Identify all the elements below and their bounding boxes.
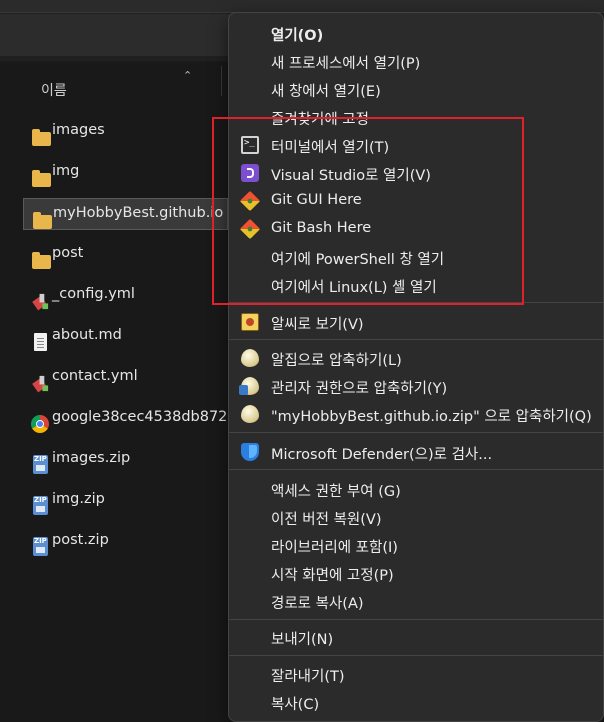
menu-item-alzip-compress[interactable]: 알집으로 압축하기(L) bbox=[229, 344, 603, 372]
menu-item-open[interactable]: 열기(O) bbox=[229, 19, 603, 47]
menu-item-label: 새 프로세스에서 열기(P) bbox=[271, 56, 421, 72]
menu-item-label: 라이브러리에 포함(I) bbox=[271, 540, 398, 556]
menu-item-label: 액세스 권한 부여 (G) bbox=[271, 484, 401, 500]
menu-separator bbox=[229, 619, 603, 620]
menu-separator bbox=[229, 469, 603, 470]
folder-icon bbox=[32, 170, 51, 187]
menu-item-copy[interactable]: 복사(C) bbox=[229, 688, 603, 716]
menu-item-label: 이전 버전 복원(V) bbox=[271, 512, 382, 528]
alzip-icon bbox=[241, 349, 259, 367]
yml-file-icon bbox=[32, 375, 49, 393]
menu-item-defender-scan[interactable]: Microsoft Defender(으)로 검사... bbox=[229, 438, 603, 466]
menu-item-alzip-admin-compress[interactable]: 관리자 권한으로 압축하기(Y) bbox=[229, 372, 603, 400]
menu-item-send-to[interactable]: 보내기(N) bbox=[229, 623, 603, 651]
chrome-icon bbox=[31, 415, 49, 433]
file-name: myHobbyBest.github.io bbox=[53, 205, 224, 221]
alzip-icon bbox=[241, 405, 259, 423]
menu-separator bbox=[229, 432, 603, 433]
menu-item-label: 잘라내기(T) bbox=[271, 669, 345, 685]
folder-icon bbox=[32, 252, 51, 269]
column-divider[interactable] bbox=[221, 66, 222, 96]
menu-item-label: 새 창에서 열기(E) bbox=[271, 84, 381, 100]
file-name: img.zip bbox=[52, 491, 105, 507]
folder-icon bbox=[32, 129, 51, 146]
title-bar bbox=[0, 0, 604, 12]
menu-item-open-new-process[interactable]: 새 프로세스에서 열기(P) bbox=[229, 47, 603, 75]
file-item-selected-folder[interactable]: myHobbyBest.github.io bbox=[23, 198, 228, 230]
menu-item-label: 보내기(N) bbox=[271, 632, 334, 648]
file-name: img bbox=[52, 163, 80, 179]
folder-icon bbox=[33, 212, 52, 229]
menu-separator bbox=[229, 339, 603, 340]
file-name: contact.yml bbox=[52, 368, 138, 384]
file-name: images.zip bbox=[52, 450, 131, 466]
menu-item-label: Microsoft Defender(으)로 검사... bbox=[271, 447, 493, 463]
address-bar[interactable] bbox=[0, 14, 240, 56]
yml-file-icon bbox=[32, 293, 49, 311]
alsee-icon bbox=[241, 313, 259, 331]
document-icon bbox=[34, 333, 47, 351]
sort-ascending-icon: ⌃ bbox=[183, 69, 193, 82]
zip-icon: ZIP bbox=[33, 496, 48, 515]
menu-item-grant-access[interactable]: 액세스 권한 부여 (G) bbox=[229, 475, 603, 503]
menu-item-open-new-window[interactable]: 새 창에서 열기(E) bbox=[229, 75, 603, 103]
file-name: post.zip bbox=[52, 532, 109, 548]
file-name: images bbox=[52, 122, 105, 138]
menu-item-label: 알집으로 압축하기(L) bbox=[271, 353, 402, 369]
menu-item-label: 복사(C) bbox=[271, 697, 320, 713]
menu-item-cut[interactable]: 잘라내기(T) bbox=[229, 660, 603, 688]
menu-item-label: 시작 화면에 고정(P) bbox=[271, 568, 394, 584]
navigation-pane bbox=[0, 62, 8, 722]
menu-item-label: 열기(O) bbox=[271, 28, 324, 44]
menu-separator bbox=[229, 655, 603, 656]
menu-item-compress-to-zip[interactable]: "myHobbyBest.github.io.zip" 으로 압축하기(Q) bbox=[229, 400, 603, 428]
zip-icon: ZIP bbox=[33, 455, 48, 474]
menu-item-include-library[interactable]: 라이브러리에 포함(I) bbox=[229, 531, 603, 559]
defender-shield-icon bbox=[241, 443, 259, 461]
menu-item-restore-previous[interactable]: 이전 버전 복원(V) bbox=[229, 503, 603, 531]
highlight-annotation-box bbox=[212, 117, 524, 305]
file-name: google38cec4538db872b6 bbox=[52, 409, 246, 425]
menu-item-view-alsee[interactable]: 알씨로 보기(V) bbox=[229, 308, 603, 336]
alzip-admin-icon bbox=[239, 377, 259, 395]
menu-item-label: "myHobbyBest.github.io.zip" 으로 압축하기(Q) bbox=[271, 409, 592, 425]
name-column-header[interactable]: 이름 bbox=[41, 80, 67, 100]
menu-item-label: 관리자 권한으로 압축하기(Y) bbox=[271, 381, 448, 397]
zip-icon: ZIP bbox=[33, 537, 48, 556]
menu-item-label: 알씨로 보기(V) bbox=[271, 317, 364, 333]
menu-item-label: 경로로 복사(A) bbox=[271, 596, 364, 612]
menu-item-copy-path[interactable]: 경로로 복사(A) bbox=[229, 587, 603, 615]
file-name: about.md bbox=[52, 327, 122, 343]
menu-item-pin-start[interactable]: 시작 화면에 고정(P) bbox=[229, 559, 603, 587]
file-name: post bbox=[52, 245, 84, 261]
file-name: _config.yml bbox=[52, 286, 135, 302]
